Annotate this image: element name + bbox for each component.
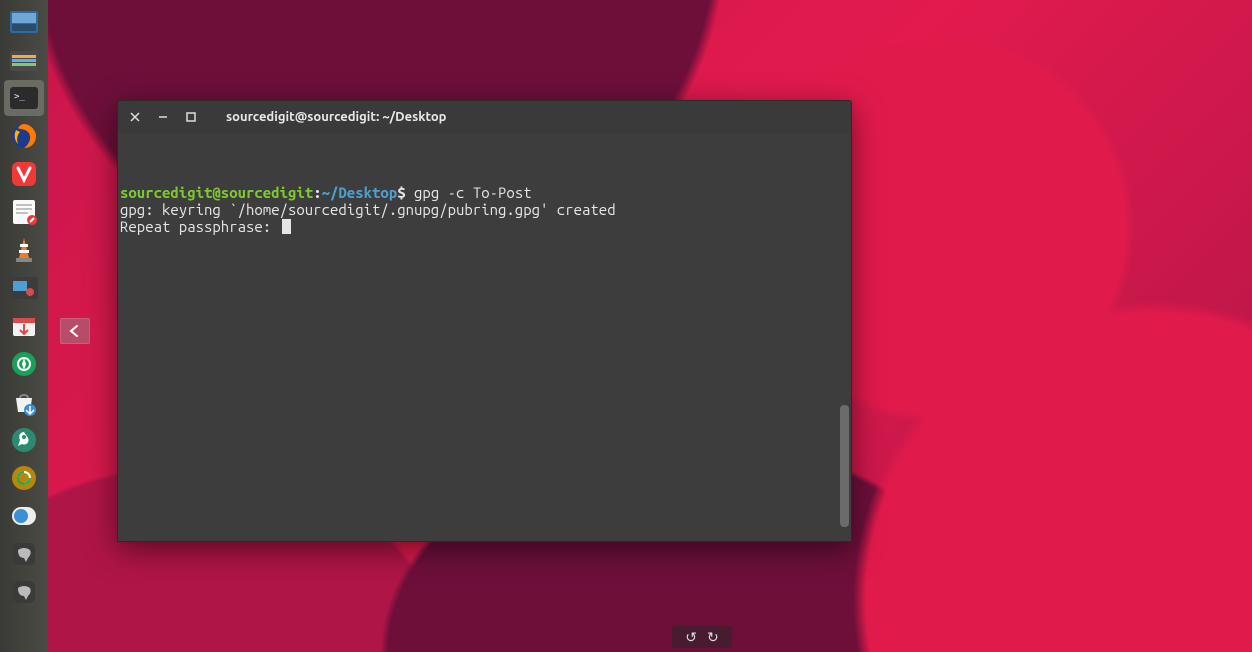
window-close-button[interactable]	[126, 108, 144, 126]
dock-settings[interactable]	[4, 422, 44, 458]
terminal-body[interactable]: sourcedigit@sourcedigit:~/Desktop$ gpg -…	[118, 133, 851, 541]
terminal-titlebar[interactable]: sourcedigit@sourcedigit: ~/Desktop	[118, 101, 851, 133]
dock-vivaldi[interactable]	[4, 156, 44, 192]
launcher-dock: >_	[0, 0, 48, 652]
terminal-scrollbar-thumb[interactable]	[840, 405, 849, 527]
window-minimize-button[interactable]	[154, 108, 172, 126]
dock-panel-toggle[interactable]	[4, 498, 44, 534]
close-icon	[130, 112, 140, 122]
svg-text:>_: >_	[14, 92, 25, 102]
dock-chat-1[interactable]	[4, 536, 44, 572]
dock-firefox[interactable]	[4, 118, 44, 154]
terminal-output-line: Repeat passphrase:	[120, 218, 280, 235]
window-maximize-button[interactable]	[182, 108, 200, 126]
undo-button[interactable]: ↺	[685, 629, 697, 646]
redo-button[interactable]: ↻	[707, 629, 719, 646]
dock-files[interactable]	[4, 42, 44, 78]
prompt-symbol: $	[397, 184, 405, 201]
dock-terminal[interactable]: >_	[4, 80, 44, 116]
prompt-user-host: sourcedigit@sourcedigit	[120, 184, 313, 201]
dock-text-editor[interactable]	[4, 194, 44, 230]
dock-chat-2[interactable]	[4, 574, 44, 610]
terminal-title: sourcedigit@sourcedigit: ~/Desktop	[226, 110, 446, 124]
dock-shutter[interactable]	[4, 346, 44, 382]
arrow-left-icon	[67, 324, 83, 338]
prompt-separator: :	[313, 184, 321, 201]
bottom-control-bar: ↺ ↻	[672, 626, 732, 648]
terminal-window: sourcedigit@sourcedigit: ~/Desktop sourc…	[117, 100, 852, 542]
dock-screenshot[interactable]	[4, 270, 44, 306]
prompt-path: ~/Desktop	[322, 184, 398, 201]
desktop-back-widget[interactable]	[60, 318, 90, 344]
terminal-output-line: gpg: keyring `/home/sourcedigit/.gnupg/p…	[120, 201, 616, 218]
minimize-icon	[158, 112, 168, 122]
dock-sync[interactable]	[4, 460, 44, 496]
terminal-cursor	[282, 219, 291, 234]
dock-software-center[interactable]	[4, 384, 44, 420]
dock-software-updater[interactable]	[4, 308, 44, 344]
dock-workspace-switcher[interactable]	[4, 4, 44, 40]
maximize-icon	[186, 112, 196, 122]
dock-vlc[interactable]	[4, 232, 44, 268]
terminal-command: gpg -c To-Post	[406, 184, 532, 201]
